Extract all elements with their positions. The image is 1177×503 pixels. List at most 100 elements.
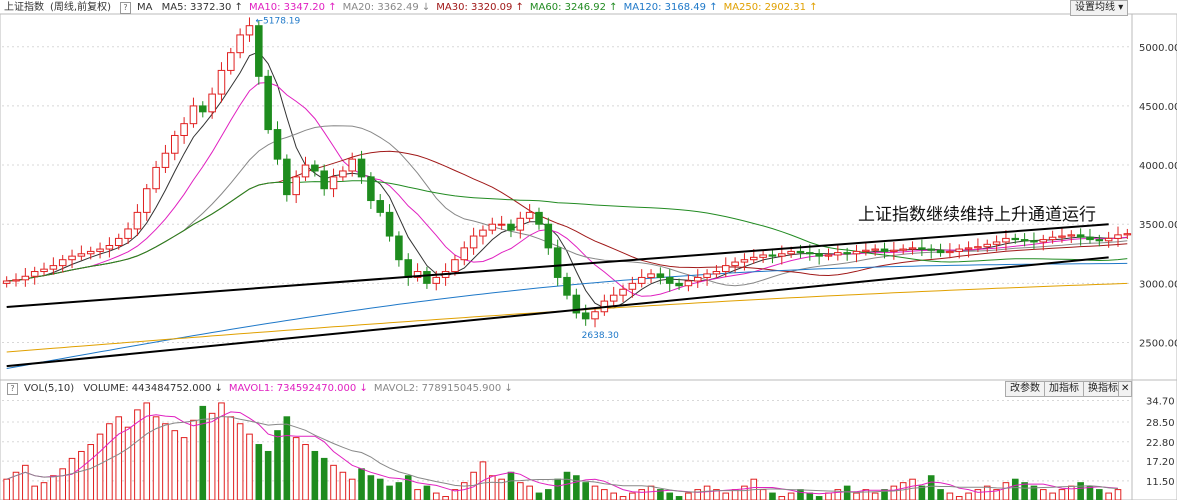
candle-body xyxy=(665,276,674,284)
candle-body xyxy=(105,245,114,250)
candle-body xyxy=(946,250,954,254)
volume-bar xyxy=(1077,482,1084,501)
close-icon[interactable]: ✕ xyxy=(1118,381,1133,397)
volume-tick-label: 34.70 xyxy=(1146,397,1175,408)
candle-body xyxy=(1020,239,1029,242)
price-tick-label: 4500.00 xyxy=(1139,102,1177,113)
volume-bar xyxy=(358,468,365,501)
ma-value-6: MA250: 2902.31 ↑ xyxy=(723,2,818,13)
price-panel-frame xyxy=(0,13,1177,381)
candle-body xyxy=(992,241,1001,245)
candle-body xyxy=(581,312,590,320)
volume-bar xyxy=(517,482,524,501)
candle-body xyxy=(30,271,39,277)
volume-bar xyxy=(899,482,907,501)
index-title: 上证指数 xyxy=(4,2,44,13)
switch-indicator-button[interactable]: 换指标 xyxy=(1083,381,1123,397)
ma-label: MA xyxy=(136,2,153,13)
volume-value-0: VOLUME: 443484752.000 ↓ xyxy=(83,383,223,394)
volume-bar xyxy=(601,489,608,501)
volume-value-1: MAVOL1: 734592470.000 ↓ xyxy=(228,383,368,394)
ma-line-ma60 xyxy=(6,180,1128,282)
candle-body xyxy=(1067,234,1076,237)
volume-bar xyxy=(283,416,291,501)
volume-bar xyxy=(442,496,449,501)
price-tick-label: 2500.00 xyxy=(1139,339,1177,350)
volume-bar xyxy=(432,492,440,501)
volume-bar xyxy=(685,492,692,501)
candle-body xyxy=(208,93,216,113)
edit-params-button[interactable]: 改参数 xyxy=(1005,381,1045,397)
volume-bar xyxy=(339,471,347,501)
candle-body xyxy=(787,250,795,255)
volume-bar xyxy=(386,485,393,501)
volume-bar xyxy=(22,464,29,501)
candle-body xyxy=(58,259,67,267)
volume-value-2: MAVOL2: 778915045.900 ↓ xyxy=(373,383,513,394)
volume-bar xyxy=(162,423,169,501)
chart-canvas[interactable]: 5000.00 4500.00 4000.00 3500.00 3000.00 2500.… xyxy=(0,0,1177,501)
volume-bar xyxy=(470,471,477,501)
candle-body xyxy=(1058,235,1066,238)
volume-bar xyxy=(937,489,944,501)
candle-body xyxy=(1002,237,1010,243)
ma-value-1: MA10: 3347.20 ↑ xyxy=(248,2,337,13)
volume-bar xyxy=(946,492,954,501)
candle-body xyxy=(1095,239,1104,242)
candle-body xyxy=(217,69,226,95)
candle-body xyxy=(675,282,683,287)
volume-bar xyxy=(227,416,235,501)
price-tick-label: 5000.00 xyxy=(1139,43,1177,54)
ma-settings-button[interactable]: 设置均线 ▾ xyxy=(1070,0,1129,16)
candle-body xyxy=(936,249,945,254)
candle-body xyxy=(367,176,375,202)
candle-body xyxy=(142,188,151,213)
volume-bar xyxy=(1039,489,1047,501)
candle-body xyxy=(86,250,95,255)
candle-body xyxy=(451,259,459,273)
volume-bar xyxy=(629,492,636,501)
candle-body xyxy=(311,164,319,172)
volume-bar xyxy=(731,489,739,501)
candle-body xyxy=(740,259,749,263)
volume-bar xyxy=(246,433,253,501)
ma-value-2: MA20: 3362.49 ↓ xyxy=(342,2,431,13)
volume-bar xyxy=(843,485,851,501)
candle-body xyxy=(68,255,76,261)
ma-line-ma5 xyxy=(6,51,1128,309)
candle-body xyxy=(180,123,188,136)
stock-chart[interactable]: 5000.00 4500.00 4000.00 3500.00 3000.00 2500.… xyxy=(0,0,1177,501)
volume-bar xyxy=(395,482,403,501)
candle-body xyxy=(12,279,20,282)
candle-body xyxy=(114,237,123,247)
candle-body xyxy=(778,253,786,257)
volume-bar xyxy=(853,492,860,501)
volume-bar xyxy=(40,482,48,501)
volume-label: VOL(5,10) xyxy=(24,383,75,394)
candle-body xyxy=(395,235,403,261)
volume-bar xyxy=(302,444,309,501)
candle-body xyxy=(563,276,571,296)
candle-body xyxy=(918,247,926,250)
candle-body xyxy=(460,247,469,261)
candle-body xyxy=(899,248,907,251)
candle-body xyxy=(348,158,356,172)
candle-body xyxy=(684,280,693,287)
volume-bar xyxy=(171,430,179,501)
candle-body xyxy=(227,52,235,71)
price-header: 上证指数 (周线,前复权)? MA MA5: 3372.30 ↑ MA10: 3347… xyxy=(4,1,830,15)
volume-help-icon[interactable]: ? xyxy=(7,383,18,395)
candle-body xyxy=(880,248,889,252)
volume-bar xyxy=(563,471,571,501)
candle-body xyxy=(852,250,861,255)
candle-body xyxy=(339,170,347,178)
candle-body xyxy=(264,75,272,131)
ma-settings-label: 设置均线 xyxy=(1075,2,1115,13)
candle-body xyxy=(49,265,58,270)
help-icon[interactable]: ? xyxy=(119,2,131,14)
candle-body xyxy=(329,176,338,190)
candle-body xyxy=(759,254,767,258)
candle-body xyxy=(890,249,898,252)
candle-body xyxy=(1104,237,1113,242)
add-indicator-button[interactable]: 加指标 xyxy=(1044,381,1084,397)
